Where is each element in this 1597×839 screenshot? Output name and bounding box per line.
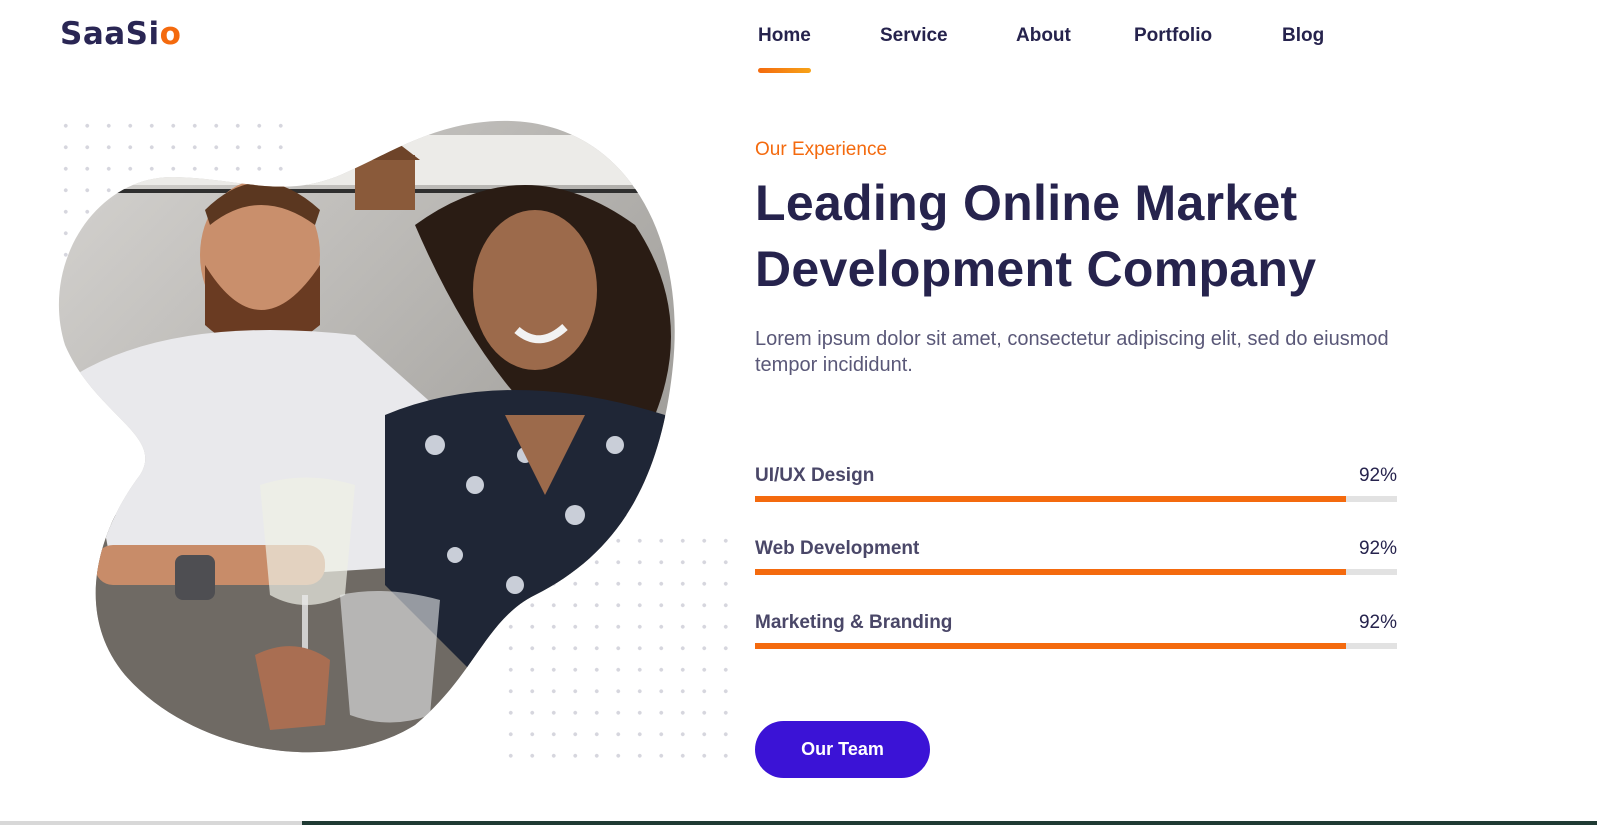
hero-image — [58, 120, 675, 753]
skill-bar-web-development: Web Development 92% — [755, 538, 1397, 578]
page-bottom-strip-dark — [302, 821, 1597, 825]
skill-track — [755, 496, 1397, 502]
skill-label: Marketing & Branding — [755, 612, 953, 633]
skill-bar-marketing: Marketing & Branding 92% — [755, 612, 1397, 652]
section-description: Lorem ipsum dolor sit amet, consectetur … — [755, 328, 1389, 376]
section-title: Leading Online Market Development Compan… — [755, 175, 1317, 297]
skill-fill — [755, 643, 1346, 649]
skill-label: UI/UX Design — [755, 465, 875, 486]
skill-label: Web Development — [755, 538, 920, 559]
nav-item-service[interactable]: Service — [880, 25, 948, 47]
skill-track — [755, 569, 1397, 575]
photo-content — [58, 120, 675, 753]
nav-item-blog[interactable]: Blog — [1282, 25, 1324, 47]
nav-active-indicator — [758, 68, 811, 73]
page-bottom-strip — [0, 821, 1597, 825]
nav-item-portfolio[interactable]: Portfolio — [1134, 25, 1212, 47]
skill-fill — [755, 496, 1346, 502]
skill-value: 92% — [1358, 612, 1397, 633]
nav-item-home[interactable]: Home — [758, 25, 811, 73]
skill-value: 92% — [1358, 465, 1397, 486]
skill-value: 92% — [1358, 538, 1397, 559]
skill-track — [755, 643, 1397, 649]
skill-fill — [755, 569, 1346, 575]
nav-item-home-label: Home — [758, 25, 811, 46]
our-team-button[interactable]: Our Team — [755, 721, 930, 778]
section-kicker: Our Experience — [755, 139, 888, 160]
nav-item-about[interactable]: About — [1016, 25, 1071, 47]
skill-bar-uiux: UI/UX Design 92% — [755, 465, 1397, 505]
main-nav: Home Service About Portfolio Blog — [0, 25, 1597, 85]
